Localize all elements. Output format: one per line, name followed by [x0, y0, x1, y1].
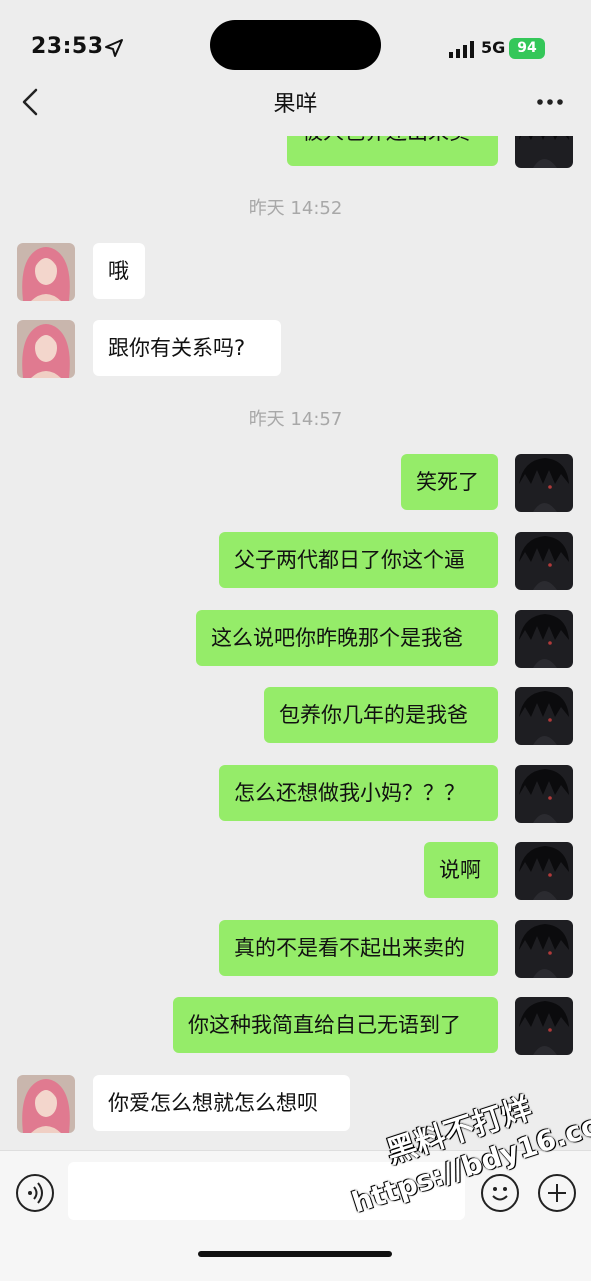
- avatar-self[interactable]: [515, 610, 573, 668]
- message-text: 这么说吧你昨晚那个是我爸: [211, 626, 463, 650]
- message-bubble-received[interactable]: 哦: [93, 243, 145, 299]
- location-arrow-icon: [105, 39, 123, 57]
- message-text: 哦: [108, 259, 129, 283]
- avatar-self[interactable]: [515, 765, 573, 823]
- ellipsis-icon[interactable]: [536, 92, 564, 112]
- message-bubble-sent[interactable]: 说啊: [424, 842, 498, 898]
- message-bubble-sent[interactable]: 真的不是看不起出来卖的: [219, 920, 498, 976]
- message-bubble-sent[interactable]: 包养你几年的是我爸: [264, 687, 498, 743]
- message-bubble-sent[interactable]: 你这种我简直给自己无语到了: [173, 997, 498, 1053]
- message-text: 你爱怎么想就怎么想呗: [108, 1091, 318, 1115]
- avatar-self[interactable]: [515, 136, 573, 168]
- message-text: 笑死了: [416, 470, 479, 494]
- status-time: 23:53: [31, 34, 104, 59]
- timestamp: 昨天 14:57: [248, 409, 343, 430]
- message-bubble-received[interactable]: 跟你有关系吗?: [93, 320, 281, 376]
- message-text: 父子两代都日了你这个逼: [234, 548, 465, 572]
- message-text: 说啊: [439, 858, 481, 882]
- avatar-self[interactable]: [515, 920, 573, 978]
- message-text: 真的不是看不起出来卖的: [234, 936, 465, 960]
- battery-indicator: 94: [509, 38, 545, 59]
- home-indicator: [198, 1251, 392, 1257]
- chat-title: 果咩: [273, 92, 318, 117]
- dynamic-island: [210, 20, 381, 70]
- message-bubble-sent[interactable]: 被人包养还出来卖: [287, 136, 498, 166]
- avatar-self[interactable]: [515, 532, 573, 590]
- message-text: 被人包养还出来卖: [302, 136, 470, 144]
- chat-message-list[interactable]: 被人包养还出来卖 昨天 14:52 哦 跟你有关系吗?: [0, 136, 591, 1150]
- avatar-contact[interactable]: [17, 320, 75, 378]
- message-bubble-sent[interactable]: 笑死了: [401, 454, 498, 510]
- avatar-contact[interactable]: [17, 243, 75, 301]
- plus-icon[interactable]: [538, 1174, 576, 1212]
- message-bubble-sent[interactable]: 怎么还想做我小妈？？？: [219, 765, 498, 821]
- status-bar: 23:53 5G 94: [0, 0, 591, 72]
- message-bubble-sent[interactable]: 这么说吧你昨晚那个是我爸: [196, 610, 498, 666]
- network-type: 5G: [481, 38, 506, 57]
- avatar-self[interactable]: [515, 454, 573, 512]
- timestamp: 昨天 14:52: [248, 198, 343, 219]
- signal-icon: [449, 41, 474, 58]
- avatar-self[interactable]: [515, 997, 573, 1055]
- emoji-icon[interactable]: [481, 1174, 519, 1212]
- message-text: 包养你几年的是我爸: [279, 703, 468, 727]
- avatar-self[interactable]: [515, 687, 573, 745]
- voice-icon[interactable]: [16, 1174, 54, 1212]
- avatar-self[interactable]: [515, 842, 573, 900]
- message-bubble-received[interactable]: 你爱怎么想就怎么想呗: [93, 1075, 350, 1131]
- message-text: 怎么还想做我小妈？？？: [234, 781, 465, 805]
- message-bubble-sent[interactable]: 父子两代都日了你这个逼: [219, 532, 498, 588]
- avatar-contact[interactable]: [17, 1075, 75, 1133]
- message-text: 跟你有关系吗?: [108, 336, 246, 360]
- message-text: 你这种我简直给自己无语到了: [188, 1013, 461, 1037]
